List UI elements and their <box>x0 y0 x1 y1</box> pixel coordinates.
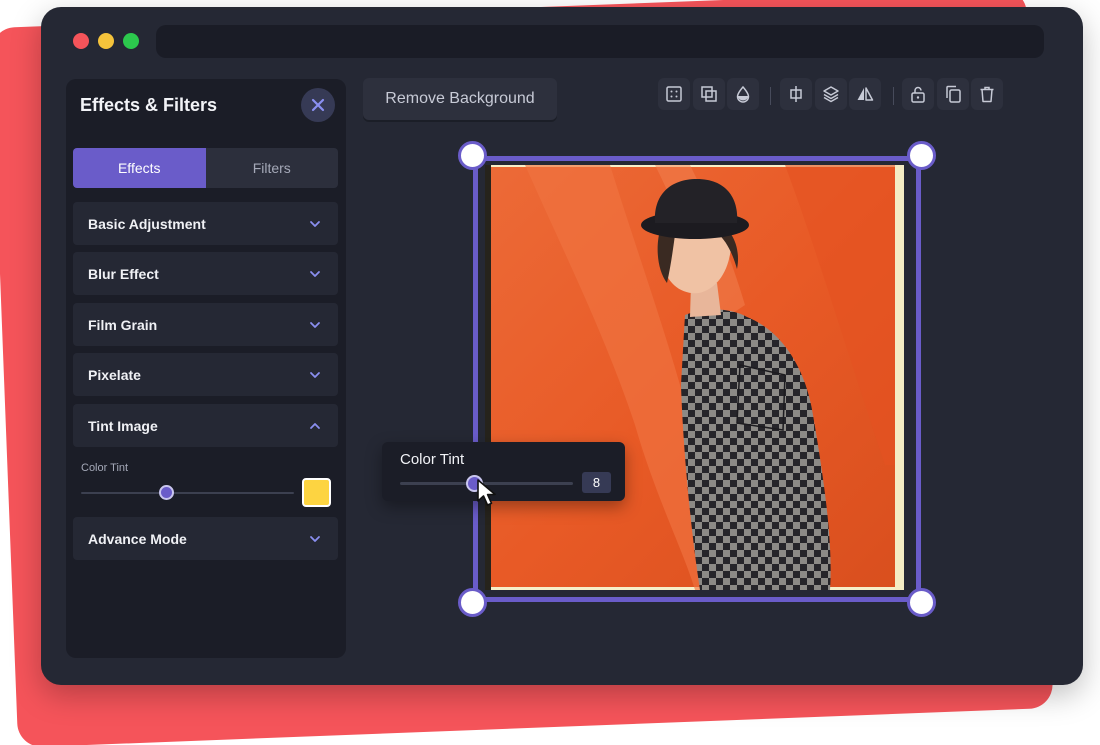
window-close-button[interactable] <box>73 33 89 49</box>
grid-icon <box>666 86 682 102</box>
resize-handle-bottom-left[interactable] <box>458 588 487 617</box>
accordion-label: Advance Mode <box>88 530 187 547</box>
accordion-label: Film Grain <box>88 316 158 333</box>
color-tint-value-badge: 8 <box>582 472 611 493</box>
remove-background-button[interactable]: Remove Background <box>363 78 557 120</box>
color-tint-slider-thumb[interactable] <box>158 485 174 500</box>
effects-filters-panel: Effects & Filters Effects Filters Basic … <box>66 79 346 658</box>
delete-tool-button[interactable] <box>971 78 1003 110</box>
chevron-down-icon <box>310 321 320 328</box>
resize-handle-top-right[interactable] <box>907 141 936 170</box>
toolbar-separator <box>770 87 771 105</box>
grid-tool-button[interactable] <box>658 78 690 110</box>
chevron-down-icon <box>310 535 320 542</box>
accordion-label: Blur Effect <box>88 265 159 282</box>
color-tint-slider-track[interactable] <box>81 492 294 494</box>
tab-filters[interactable]: Filters <box>205 148 338 188</box>
duplicate-layer-icon <box>701 86 717 102</box>
color-tint-popup: Color Tint 8 <box>382 442 625 501</box>
accordion-pixelate[interactable]: Pixelate <box>73 353 338 396</box>
panel-close-button[interactable] <box>301 88 335 122</box>
copy-tool-button[interactable] <box>937 78 969 110</box>
window-maximize-button[interactable] <box>123 33 139 49</box>
chevron-down-icon <box>310 220 320 227</box>
color-tint-swatch[interactable] <box>302 478 331 507</box>
accordion-tint-image[interactable]: Tint Image <box>73 404 338 447</box>
window-minimize-button[interactable] <box>98 33 114 49</box>
mouse-pointer-icon <box>477 479 496 506</box>
effects-filters-tabs: Effects Filters <box>73 148 338 188</box>
resize-handle-top-left[interactable] <box>458 141 487 170</box>
accordion-basic-adjustment[interactable]: Basic Adjustment <box>73 202 338 245</box>
copy-icon <box>946 85 961 103</box>
trash-icon <box>980 86 994 103</box>
tab-effects[interactable]: Effects <box>73 148 206 188</box>
accordion-label: Tint Image <box>88 417 158 434</box>
selection-frame[interactable] <box>473 156 921 602</box>
unlock-tool-button[interactable] <box>902 78 934 110</box>
duplicate-layer-tool-button[interactable] <box>693 78 725 110</box>
align-center-tool-button[interactable] <box>780 78 812 110</box>
resize-handle-bottom-right[interactable] <box>907 588 936 617</box>
align-center-icon <box>790 86 802 102</box>
popup-color-tint-label: Color Tint <box>400 451 465 468</box>
chevron-down-icon <box>310 270 320 277</box>
accordion-label: Pixelate <box>88 366 141 383</box>
unlock-icon <box>911 86 925 103</box>
chevron-down-icon <box>310 371 320 378</box>
accordion-film-grain[interactable]: Film Grain <box>73 303 338 346</box>
editor-window: Effects & Filters Effects Filters Basic … <box>41 7 1083 685</box>
address-bar[interactable] <box>156 25 1044 58</box>
color-tint-label: Color Tint <box>81 462 129 474</box>
accordion-blur-effect[interactable]: Blur Effect <box>73 252 338 295</box>
panel-title: Effects & Filters <box>80 95 218 115</box>
toolbar-separator <box>893 87 894 105</box>
opacity-drop-icon <box>736 85 750 103</box>
opacity-tool-button[interactable] <box>727 78 759 110</box>
accordion-label: Basic Adjustment <box>88 215 206 232</box>
flip-tool-button[interactable] <box>849 78 881 110</box>
layers-icon <box>823 86 839 103</box>
chevron-up-icon <box>310 422 320 429</box>
layers-tool-button[interactable] <box>815 78 847 110</box>
accordion-advance-mode[interactable]: Advance Mode <box>73 517 338 560</box>
flip-icon <box>857 87 874 101</box>
close-icon <box>311 98 325 112</box>
